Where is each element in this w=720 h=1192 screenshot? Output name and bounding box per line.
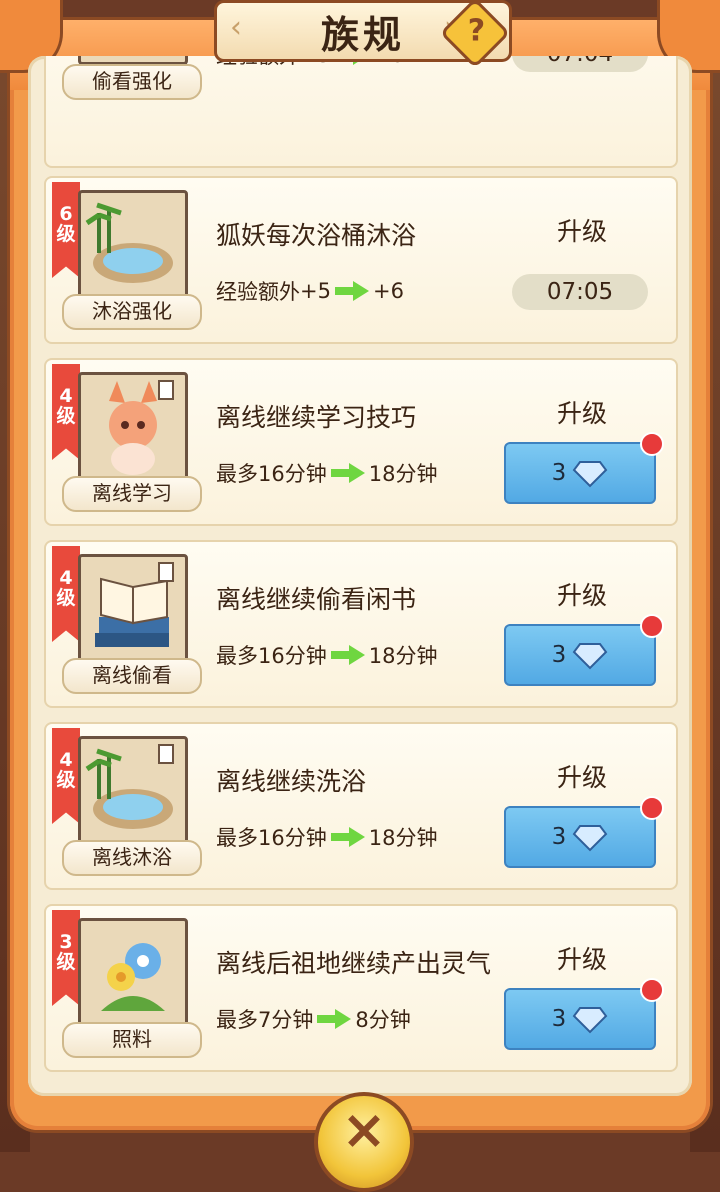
upgrade-label: 升级: [556, 763, 607, 792]
gem-currency-icon: [572, 461, 608, 488]
effect-label: 最多: [216, 826, 258, 850]
upgrade-cost: 3: [551, 642, 567, 668]
close-button[interactable]: ×: [314, 1092, 414, 1192]
level-ribbon: 4级: [52, 546, 80, 642]
gem-currency-icon: [572, 643, 608, 670]
skill-effect: 最多 7分钟 8分钟: [216, 1004, 411, 1034]
skill-card-offline-bath: 4级 离线沐浴 离线继续洗浴 最多 16分钟 18分钟 升级 3: [44, 722, 678, 890]
skill-name: 照料: [62, 1022, 202, 1058]
skill-effect: 经验额外 +5 +6: [216, 276, 404, 306]
level-text: 4级: [56, 385, 76, 427]
upgrade-cost: 3: [551, 460, 567, 486]
skill-name: 偷看强化: [62, 64, 202, 100]
upgrade-button[interactable]: 3: [504, 442, 656, 504]
notification-dot: [640, 978, 664, 1002]
upgrade-label: 升级: [556, 945, 607, 974]
notification-dot: [640, 796, 664, 820]
effect-to: 8分钟: [355, 1008, 411, 1032]
upgrade-button[interactable]: 3: [504, 988, 656, 1050]
skill-description: 离线继续偷看闲书: [216, 585, 417, 614]
flower-icon: [78, 918, 188, 1028]
skill-effect: 最多 16分钟 18分钟: [216, 822, 437, 852]
effect-label: 最多: [216, 644, 258, 668]
effect-from: +5: [300, 279, 331, 303]
effect-from: 7分钟: [258, 1008, 314, 1032]
upgrade-button[interactable]: 3: [504, 806, 656, 868]
arrow-right-icon: [317, 1009, 352, 1029]
bath-pool-icon: [78, 736, 188, 846]
effect-from: 16分钟: [258, 826, 327, 850]
gem-currency-icon: [572, 1007, 608, 1034]
gem-currency-icon: [572, 825, 608, 852]
effect-label: 最多: [216, 462, 258, 486]
scroll-list[interactable]: 偷看强化 经验额外 +5 +6 07:04 6级 沐浴强化 狐妖每次浴桶沐浴 经…: [28, 56, 692, 1096]
skill-card-care: 3级 照料 离线后祖地继续产出灵气 最多 7分钟 8分钟 升级 3: [44, 904, 678, 1072]
arrow-right-icon: [334, 281, 369, 301]
level-text: 4级: [56, 749, 76, 791]
upgrade-label: 升级: [556, 581, 607, 610]
book-icon: [78, 554, 188, 664]
upgrade-cost: 3: [551, 1006, 567, 1032]
notification-dot: [640, 432, 664, 456]
skill-description: 离线继续学习技巧: [216, 403, 417, 432]
skill-card-offline-peek: 4级 离线偷看 离线继续偷看闲书 最多 16分钟 18分钟 升级 3: [44, 540, 678, 708]
level-ribbon: 3级: [52, 910, 80, 1006]
skill-card-bath-peek: 偷看强化 经验额外 +5 +6 07:04: [44, 56, 678, 168]
effect-to: +6: [372, 279, 404, 303]
skill-card-bath-enhance: 6级 沐浴强化 狐妖每次浴桶沐浴 经验额外 +5 +6 升级 07:05: [44, 176, 678, 344]
level-ribbon: 4级: [52, 364, 80, 460]
skill-name: 离线学习: [62, 476, 202, 512]
effect-to: 18分钟: [368, 644, 438, 668]
upgrade-label: 升级: [556, 399, 607, 428]
skill-effect: 最多 16分钟 18分钟: [216, 458, 437, 488]
effect-from: 16分钟: [258, 462, 327, 486]
skill-name: 离线沐浴: [62, 840, 202, 876]
close-icon: ×: [341, 1098, 387, 1161]
arrow-right-icon: [330, 645, 365, 665]
bath-pool-icon: [78, 190, 188, 300]
skill-name: 沐浴强化: [62, 294, 202, 330]
skill-name: 离线偷看: [62, 658, 202, 694]
skill-card-offline-study: 4级 离线学习 离线继续学习技巧 最多 16分钟 18分钟 升级 3: [44, 358, 678, 526]
effect-to: 18分钟: [368, 826, 438, 850]
level-ribbon: 4级: [52, 728, 80, 824]
page-title: 族规: [320, 11, 405, 57]
effect-from: 16分钟: [258, 644, 327, 668]
skill-description: 狐妖每次浴桶沐浴: [216, 221, 417, 250]
effect-to: 18分钟: [368, 462, 438, 486]
title-deco-left: ‹: [230, 10, 242, 45]
effect-label: 最多: [216, 1008, 258, 1032]
effect-label: 经验额外: [216, 280, 300, 304]
fox-study-icon: [78, 372, 188, 482]
arrow-right-icon: [330, 827, 365, 847]
upgrade-label: 升级: [556, 217, 607, 246]
skill-description: 离线继续洗浴: [216, 767, 367, 796]
cooldown-timer: 07:04: [512, 56, 648, 72]
level-text: 6级: [56, 203, 76, 245]
upgrade-button[interactable]: 3: [504, 624, 656, 686]
cooldown-timer: 07:05: [512, 274, 648, 310]
upgrade-cost: 3: [551, 824, 567, 850]
level-text: 4级: [56, 567, 76, 609]
help-icon: ?: [467, 13, 486, 49]
skill-effect: 最多 16分钟 18分钟: [216, 640, 437, 670]
arrow-right-icon: [330, 463, 365, 483]
notification-dot: [640, 614, 664, 638]
skill-description: 离线后祖地继续产出灵气: [216, 949, 492, 978]
level-text: 3级: [56, 931, 76, 973]
level-ribbon: 6级: [52, 182, 80, 278]
